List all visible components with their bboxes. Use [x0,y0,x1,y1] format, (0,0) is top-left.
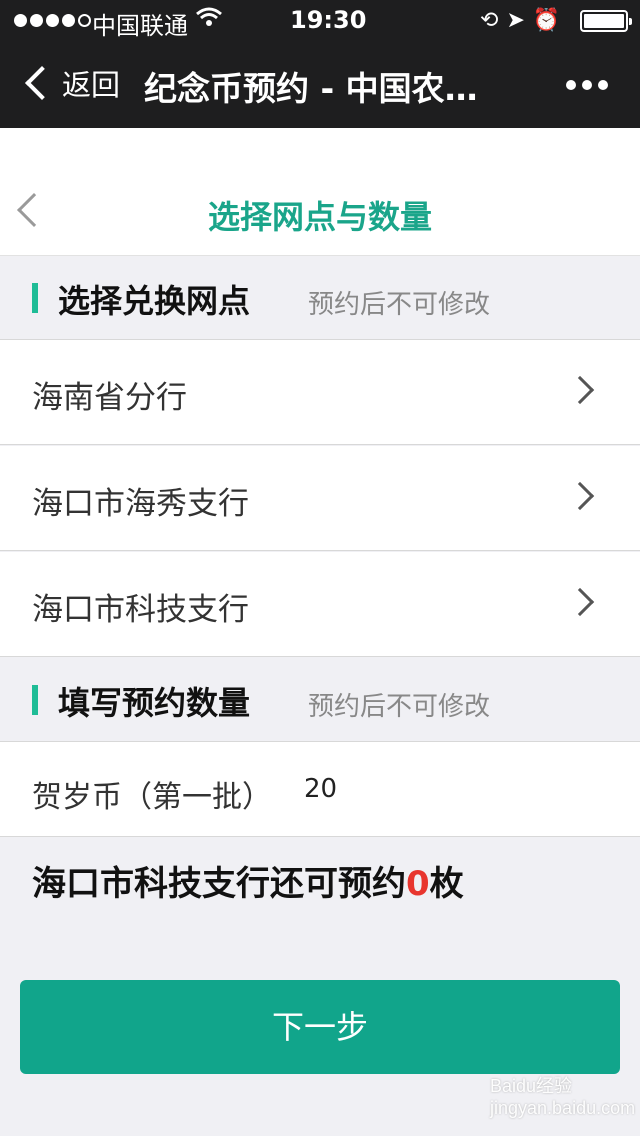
next-step-button[interactable]: 下一步 [20,980,620,1074]
branch-section-title: 选择兑换网点 [58,282,251,320]
watermark-logo: Baidu经验 jingyan.baidu.com [490,1076,636,1118]
battery-icon [580,10,632,32]
location-arrow-icon: ➤ [506,8,533,33]
branch-section-header: 选择兑换网点 预约后不可修改 [0,256,640,340]
branch-item-haixiu[interactable]: 海口市海秀支行 [0,446,640,551]
branch-item-label: 海口市海秀支行 [32,486,249,522]
lock-rotation-icon: ⟲ [480,8,507,33]
page-header: 选择网点与数量 [0,128,640,256]
section-accent-bar [32,283,38,313]
status-icons: ⟲➤⏰ [480,8,568,33]
section-accent-bar [32,685,38,715]
branch-item-label: 海口市科技支行 [32,592,249,628]
back-button[interactable]: 返回 [20,62,120,104]
status-bar: 中国联通 19:30 ⟲➤⏰ [0,0,640,42]
quantity-section-title: 填写预约数量 [58,684,251,722]
remaining-count: 0 [406,864,430,904]
top-bar: 中国联通 19:30 ⟲➤⏰ 返回 纪念币预约 - 中国农… [0,0,640,128]
chevron-right-icon [565,375,595,405]
quantity-section-note: 预约后不可修改 [308,692,491,722]
quantity-section-header: 填写预约数量 预约后不可修改 [0,658,640,742]
signal-strength-icon [14,14,91,27]
remaining-suffix: 枚 [429,864,464,904]
quantity-row: 贺岁币（第一批） [0,742,640,837]
branch-item-label: 海南省分行 [32,380,187,416]
quantity-input[interactable] [304,764,604,814]
branch-item-hainan-province[interactable]: 海南省分行 [0,340,640,445]
remaining-prefix: 海口市科技支行还可预约 [32,864,406,904]
alarm-icon: ⏰ [532,8,569,33]
more-dots-icon[interactable] [566,80,608,90]
nav-title: 纪念币预约 - 中国农… [144,69,478,108]
back-label: 返回 [62,68,121,102]
branch-item-keji[interactable]: 海口市科技支行 [0,552,640,657]
branch-section-note: 预约后不可修改 [308,290,491,320]
chevron-right-icon [565,587,595,617]
chevron-left-icon [25,66,59,100]
carrier-name: 中国联通 [92,12,188,40]
page-title: 选择网点与数量 [207,198,432,236]
chevron-right-icon [565,481,595,511]
wifi-icon [196,6,222,34]
status-time: 19:30 [290,6,367,34]
remaining-quota-text: 海口市科技支行还可预约0枚 [32,856,464,905]
nav-bar: 返回 纪念币预约 - 中国农… [0,42,640,128]
coin-type-label: 贺岁币（第一批） [32,780,272,815]
